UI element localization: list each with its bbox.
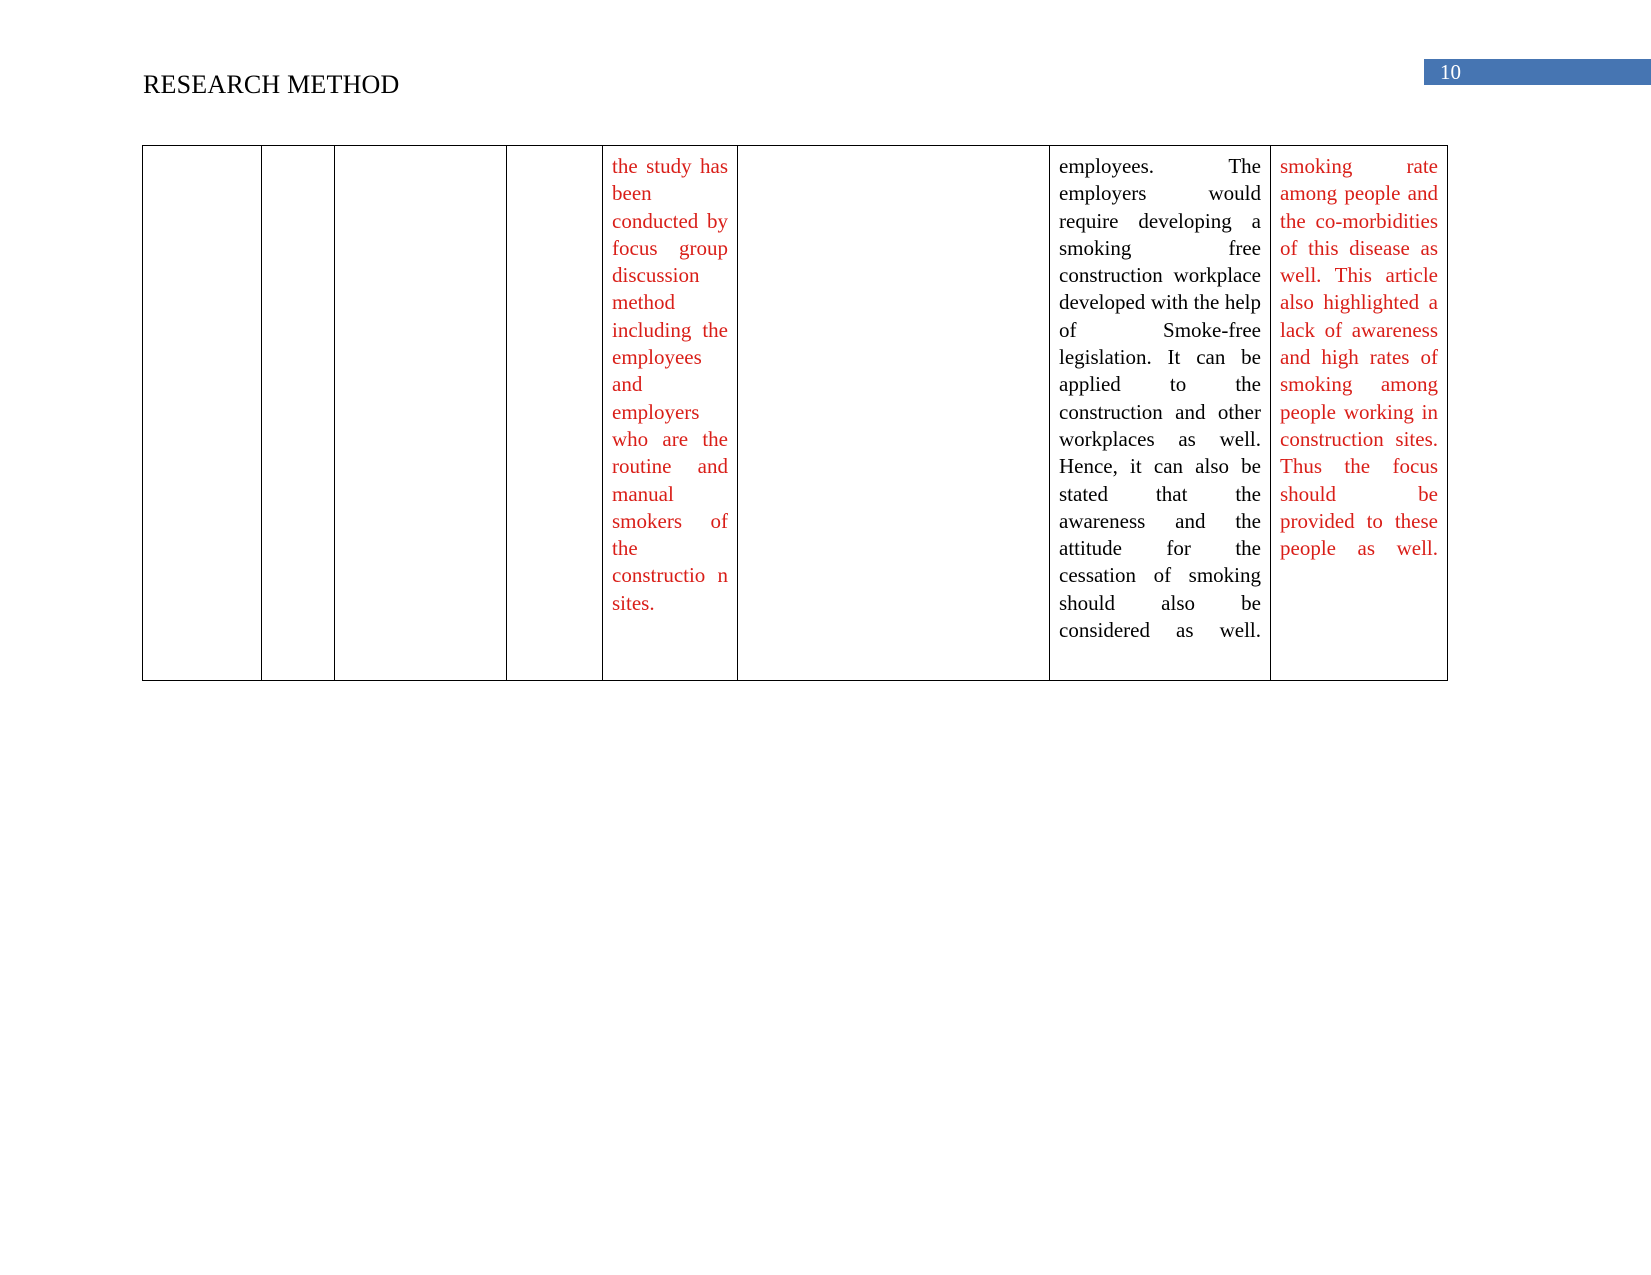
table-cell-col3 bbox=[334, 145, 507, 681]
content-table: the study has been conducted by focus gr… bbox=[142, 145, 1448, 681]
cell-text-col4 bbox=[507, 146, 602, 161]
page-title: RESEARCH METHOD bbox=[143, 70, 400, 99]
table-row: the study has been conducted by focus gr… bbox=[142, 145, 1448, 681]
table-cell-col4 bbox=[506, 145, 603, 681]
cell-text-col6 bbox=[738, 146, 1049, 161]
cell-text-col8-conclusion: smoking rate among people and the co-mor… bbox=[1280, 154, 1438, 561]
cell-text-col2 bbox=[262, 146, 334, 161]
table-cell-col7-findings: employees. The employers would require d… bbox=[1049, 145, 1271, 681]
cell-text-col7-findings: employees. The employers would require d… bbox=[1059, 154, 1261, 643]
cell-text-col1 bbox=[143, 146, 261, 161]
page-header: RESEARCH METHOD 10 bbox=[0, 0, 1651, 130]
cell-text-col5-method: the study has been conducted by focus gr… bbox=[612, 154, 728, 615]
page-number-badge: 10 bbox=[1424, 59, 1651, 85]
table-cell-col6 bbox=[737, 145, 1050, 681]
page-number-label: 10 bbox=[1440, 60, 1461, 84]
table-cell-col1 bbox=[142, 145, 262, 681]
cell-text-col3 bbox=[335, 146, 506, 161]
table-cell-col8-conclusion: smoking rate among people and the co-mor… bbox=[1270, 145, 1448, 681]
table-cell-col2 bbox=[261, 145, 335, 681]
table-cell-col5-method: the study has been conducted by focus gr… bbox=[602, 145, 738, 681]
